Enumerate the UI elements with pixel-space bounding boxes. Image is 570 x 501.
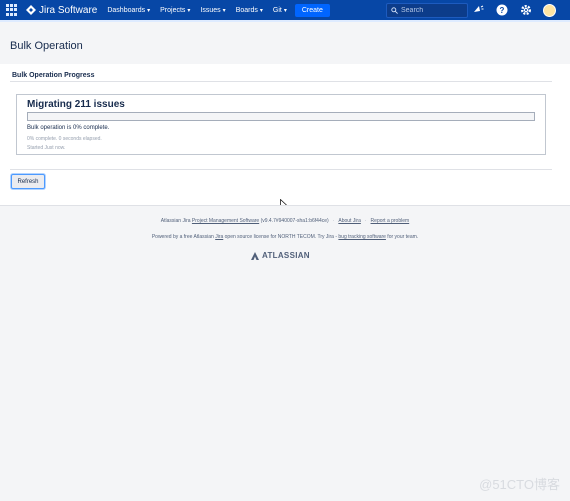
chevron-down-icon: ▾ <box>222 7 226 14</box>
nav-git[interactable]: Git ▾ <box>273 7 287 14</box>
search-box[interactable] <box>386 3 468 18</box>
nav-boards[interactable]: Boards ▾ <box>236 7 263 14</box>
page-header <box>0 20 570 64</box>
project-management-link[interactable]: Project Management Software <box>192 218 259 224</box>
progress-heading: Migrating 211 issues <box>27 99 125 110</box>
page-footer: Atlassian Jira Project Management Softwa… <box>0 205 570 501</box>
app-switcher-icon[interactable] <box>6 4 18 16</box>
search-icon <box>391 7 398 14</box>
footer-version: (v9.4.7#940007-sha1:b6f44ce) <box>259 218 329 224</box>
nav-projects-label: Projects <box>160 6 186 14</box>
settings-gear-icon[interactable] <box>519 3 533 17</box>
bug-tracking-link[interactable]: bug tracking software <box>338 234 386 240</box>
progress-started: Started Just now. <box>27 145 66 151</box>
atlassian-mark-icon <box>251 251 259 260</box>
search-input[interactable] <box>398 7 461 14</box>
progress-elapsed: 0% complete. 0 seconds elapsed. <box>27 136 102 142</box>
progress-bar <box>27 112 535 121</box>
atlassian-brand: ATLASSIAN <box>262 251 310 260</box>
footer-license-mid: open source license for NORTH TECOM. Try… <box>223 234 339 240</box>
report-problem-link[interactable]: Report a problem <box>371 218 410 224</box>
chevron-down-icon: ▾ <box>147 7 151 14</box>
section-title: Bulk Operation Progress <box>12 72 95 79</box>
footer-separator: · <box>364 218 367 224</box>
page-title: Bulk Operation <box>10 40 83 52</box>
atlassian-logo[interactable]: ATLASSIAN <box>251 251 310 260</box>
footer-license-prefix: Powered by a free Atlassian <box>151 234 216 240</box>
footer-license-suffix: for your team. <box>385 234 419 240</box>
footer-prefix: Atlassian Jira <box>160 218 192 224</box>
progress-status: Bulk operation is 0% complete. <box>27 125 110 131</box>
header-actions: ? <box>471 3 556 17</box>
about-jira-link[interactable]: About Jira <box>338 218 361 224</box>
nav-issues[interactable]: Issues ▾ <box>200 7 225 14</box>
nav-dashboards-label: Dashboards <box>107 6 146 14</box>
create-button[interactable]: Create <box>294 3 330 17</box>
nav-dashboards[interactable]: Dashboards ▾ <box>107 7 150 14</box>
notifications-icon[interactable] <box>471 3 485 17</box>
jira-logo[interactable]: Jira Software <box>26 5 97 16</box>
nav-issues-label: Issues <box>200 6 221 14</box>
nav-boards-label: Boards <box>235 6 258 14</box>
svg-text:?: ? <box>500 6 505 15</box>
chevron-down-icon: ▾ <box>283 7 287 14</box>
nav-git-label: Git <box>272 6 282 14</box>
progress-panel: Migrating 211 issues Bulk operation is 0… <box>16 94 546 155</box>
section-divider <box>10 81 552 82</box>
chevron-down-icon: ▾ <box>187 7 191 14</box>
jira-logo-icon <box>26 5 36 15</box>
actions-divider <box>10 169 552 170</box>
footer-version-line: Atlassian Jira Project Management Softwa… <box>0 218 570 224</box>
help-icon[interactable]: ? <box>495 3 509 17</box>
chevron-down-icon: ▾ <box>259 7 263 14</box>
user-avatar[interactable] <box>543 3 556 17</box>
product-name: Jira Software <box>39 4 98 16</box>
refresh-button[interactable]: Refresh <box>11 174 45 189</box>
nav-projects[interactable]: Projects ▾ <box>160 7 190 14</box>
footer-license-line: Powered by a free Atlassian Jira open so… <box>0 234 570 240</box>
watermark: @51CTO博客 <box>479 477 560 492</box>
footer-separator: · <box>332 218 335 224</box>
